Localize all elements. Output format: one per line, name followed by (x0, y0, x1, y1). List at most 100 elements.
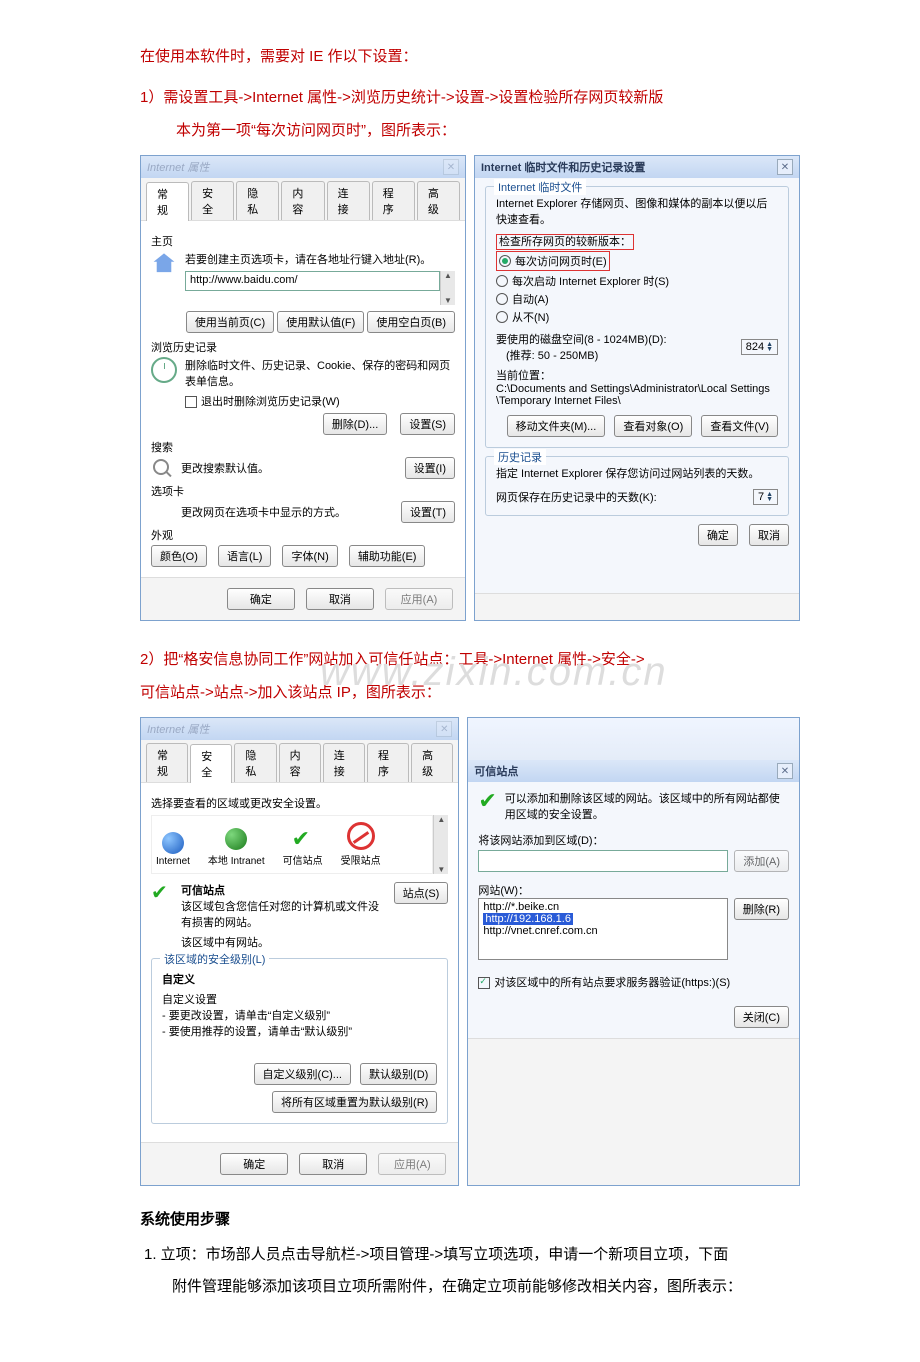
globe-icon (162, 832, 184, 854)
list-item[interactable]: http://192.168.1.6 (483, 913, 722, 925)
tabstrip: 常规 安全 隐私 内容 连接 程序 高级 (141, 740, 458, 783)
tab-programs[interactable]: 程序 (367, 743, 409, 782)
close-icon[interactable]: ✕ (777, 159, 793, 175)
custom-line-3: - 要使用推荐的设置，请单击“默认级别” (162, 1023, 437, 1039)
remove-button[interactable]: 删除(R) (734, 898, 789, 920)
trusted-sites-heading: 可信站点 (181, 882, 386, 898)
radio-every-visit[interactable] (499, 255, 511, 267)
delete-button[interactable]: 删除(D)... (323, 413, 387, 435)
history-days-spinner[interactable]: 7 ▲▼ (753, 489, 778, 505)
languages-button[interactable]: 语言(L) (218, 545, 271, 567)
tab-connections[interactable]: 连接 (323, 743, 365, 782)
search-settings-button[interactable]: 设置(I) (405, 457, 455, 479)
search-label: 搜索 (151, 439, 455, 455)
intro-line-2b: 本为第一项“每次访问网页时”，图所表示： (140, 114, 456, 147)
list-item[interactable]: http://*.beike.cn (483, 901, 722, 913)
fonts-button[interactable]: 字体(N) (282, 545, 337, 567)
trusted-sites-desc2: 该区域中有网站。 (181, 934, 386, 950)
close-icon[interactable]: ✕ (443, 159, 459, 175)
custom-level-button[interactable]: 自定义级别(C)... (254, 1063, 351, 1085)
zone-intranet[interactable]: 本地 Intranet (208, 828, 265, 867)
accessibility-button[interactable]: 辅助功能(E) (349, 545, 426, 567)
dialog-title: Internet 属性 (147, 721, 209, 737)
scrollbar[interactable]: ▲▼ (440, 271, 455, 305)
websites-listbox[interactable]: http://*.beike.cn http://192.168.1.6 htt… (478, 898, 727, 960)
radio-never[interactable] (496, 311, 508, 323)
disk-space-value: 824 (746, 341, 764, 353)
view-objects-button[interactable]: 查看对象(O) (614, 415, 692, 437)
require-https-checkbox[interactable] (478, 977, 490, 989)
custom-line-2: - 要更改设置，请单击“自定义级别” (162, 1007, 437, 1023)
tab-connections[interactable]: 连接 (327, 181, 370, 220)
zone-list[interactable]: Internet 本地 Intranet ✔可信站点 受限站点 (151, 815, 433, 874)
settings-button[interactable]: 设置(S) (400, 413, 455, 435)
radio-every-visit-label: 每次访问网页时(E) (515, 253, 607, 269)
checkmark-icon: ✔ (478, 790, 496, 812)
list-item-selected: http://192.168.1.6 (483, 913, 573, 925)
tab-content[interactable]: 内容 (281, 181, 324, 220)
tabs-settings-button[interactable]: 设置(T) (401, 501, 455, 523)
tab-general[interactable]: 常规 (146, 743, 188, 782)
temp-files-history-dialog: Internet 临时文件和历史记录设置 ✕ Internet 临时文件 Int… (474, 155, 800, 621)
tab-advanced[interactable]: 高级 (411, 743, 453, 782)
scrollbar[interactable]: ▲▼ (433, 815, 448, 874)
zone-internet[interactable]: Internet (156, 832, 190, 867)
step-1-line-2: 附件管理能够添加该项目立项所需附件，在确定立项前能够修改相关内容，图所表示： (144, 1271, 800, 1303)
websites-label: 网站(W)： (478, 882, 789, 898)
colors-button[interactable]: 颜色(O) (151, 545, 207, 567)
delete-on-exit-checkbox[interactable] (185, 396, 197, 408)
close-icon[interactable]: ✕ (436, 721, 452, 737)
reset-all-button[interactable]: 将所有区域重置为默认级别(R) (272, 1091, 437, 1113)
history-label: 浏览历史记录 (151, 339, 455, 355)
tabs-label: 选项卡 (151, 483, 455, 499)
mid-line-1: 2）把“格安信息协同工作”网站加入可信任站点：工具->Internet 属性->… (140, 651, 645, 668)
tab-privacy[interactable]: 隐私 (234, 743, 276, 782)
tab-security[interactable]: 安全 (190, 744, 232, 783)
tab-content[interactable]: 内容 (279, 743, 321, 782)
temp-files-desc: Internet Explorer 存储网页、图像和媒体的副本以便以后快速查看。 (496, 195, 778, 227)
delete-on-exit-label: 退出时删除浏览历史记录(W) (201, 393, 340, 409)
cancel-button[interactable]: 取消 (299, 1153, 367, 1175)
radio-auto[interactable] (496, 293, 508, 305)
step-1-line-1: 1. 立项：市场部人员点击导航栏->项目管理->填写立项选项，申请一个新项目立项… (144, 1246, 728, 1263)
tab-privacy[interactable]: 隐私 (236, 181, 279, 220)
radio-never-label: 从不(N) (512, 309, 549, 325)
add-button[interactable]: 添加(A) (734, 850, 789, 872)
dialog-title: 可信站点 (474, 763, 518, 779)
apply-button[interactable]: 应用(A) (385, 588, 453, 610)
homepage-input[interactable]: http://www.baidu.com/ (185, 271, 440, 291)
use-blank-button[interactable]: 使用空白页(B) (367, 311, 455, 333)
disk-space-spinner[interactable]: 824 ▲▼ (741, 339, 778, 355)
tab-general[interactable]: 常规 (146, 182, 189, 221)
sites-button[interactable]: 站点(S) (394, 882, 449, 904)
add-site-input[interactable] (478, 850, 728, 872)
apply-button[interactable]: 应用(A) (378, 1153, 446, 1175)
add-site-label: 将该网站添加到区域(D)： (478, 832, 789, 848)
cancel-button[interactable]: 取消 (306, 588, 374, 610)
forbidden-icon (347, 822, 375, 850)
trusted-sites-desc: 可以添加和删除该区域的网站。该区域中的所有网站都使用区域的安全设置。 (505, 790, 789, 822)
list-item[interactable]: http://vnet.cnref.com.cn (483, 925, 722, 937)
ok-button[interactable]: 确定 (227, 588, 295, 610)
zone-trusted[interactable]: ✔可信站点 (283, 828, 323, 867)
internet-options-security-dialog: Internet 属性 ✕ 常规 安全 隐私 内容 连接 程序 高级 选择要查看… (140, 717, 459, 1186)
view-files-button[interactable]: 查看文件(V) (701, 415, 778, 437)
history-days-label: 网页保存在历史记录中的天数(K): (496, 489, 657, 505)
tabstrip: 常规 安全 隐私 内容 连接 程序 高级 (141, 178, 465, 221)
use-current-button[interactable]: 使用当前页(C) (186, 311, 274, 333)
ok-button[interactable]: 确定 (698, 524, 738, 546)
tab-programs[interactable]: 程序 (372, 181, 415, 220)
use-default-button[interactable]: 使用默认值(F) (277, 311, 364, 333)
checkmark-icon: ✔ (151, 882, 173, 904)
zone-restricted[interactable]: 受限站点 (341, 822, 381, 867)
tab-advanced[interactable]: 高级 (417, 181, 460, 220)
require-https-label: 对该区域中的所有站点要求服务器验证(https:)(S) (494, 974, 730, 990)
ok-button[interactable]: 确定 (220, 1153, 288, 1175)
radio-every-start[interactable] (496, 275, 508, 287)
move-folder-button[interactable]: 移动文件夹(M)... (507, 415, 606, 437)
tab-security[interactable]: 安全 (191, 181, 234, 220)
close-icon[interactable]: ✕ (777, 763, 793, 779)
close-button[interactable]: 关闭(C) (734, 1006, 789, 1028)
cancel-button[interactable]: 取消 (749, 524, 789, 546)
default-level-button[interactable]: 默认级别(D) (360, 1063, 437, 1085)
